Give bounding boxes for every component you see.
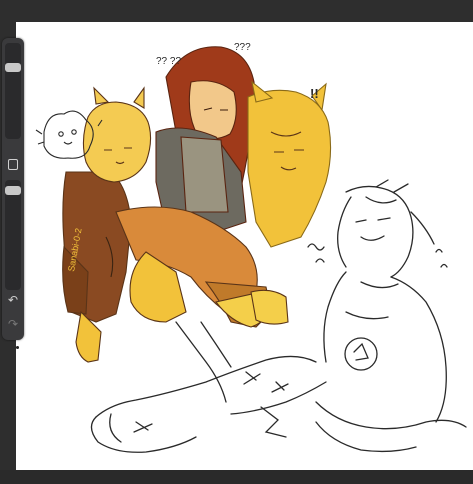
opacity-thumb[interactable] [5,186,21,195]
square-outline-icon [8,158,18,170]
question-marks-right: ??? [234,42,251,53]
exclaim-mark: !! [310,86,319,101]
question-marks-left: ?? ?? [156,56,181,67]
bottom-bar [0,470,473,484]
middle-figure [155,46,255,233]
opacity-slider[interactable] [5,180,21,290]
drawing-canvas[interactable]: Sanabi-0-2 ?? ?? ??? !! [16,22,473,470]
right-figure [247,80,332,248]
modify-button[interactable] [7,158,19,170]
redo-icon[interactable]: ↷ [5,316,21,332]
canvas-dot [16,346,19,349]
sidebar-toolbar: ↶ ↷ [2,38,24,340]
brush-size-slider[interactable] [5,43,21,139]
brush-size-thumb[interactable] [5,63,21,72]
undo-icon[interactable]: ↶ [5,292,21,308]
illustration: Sanabi-0-2 ?? ?? ??? !! [35,42,467,453]
